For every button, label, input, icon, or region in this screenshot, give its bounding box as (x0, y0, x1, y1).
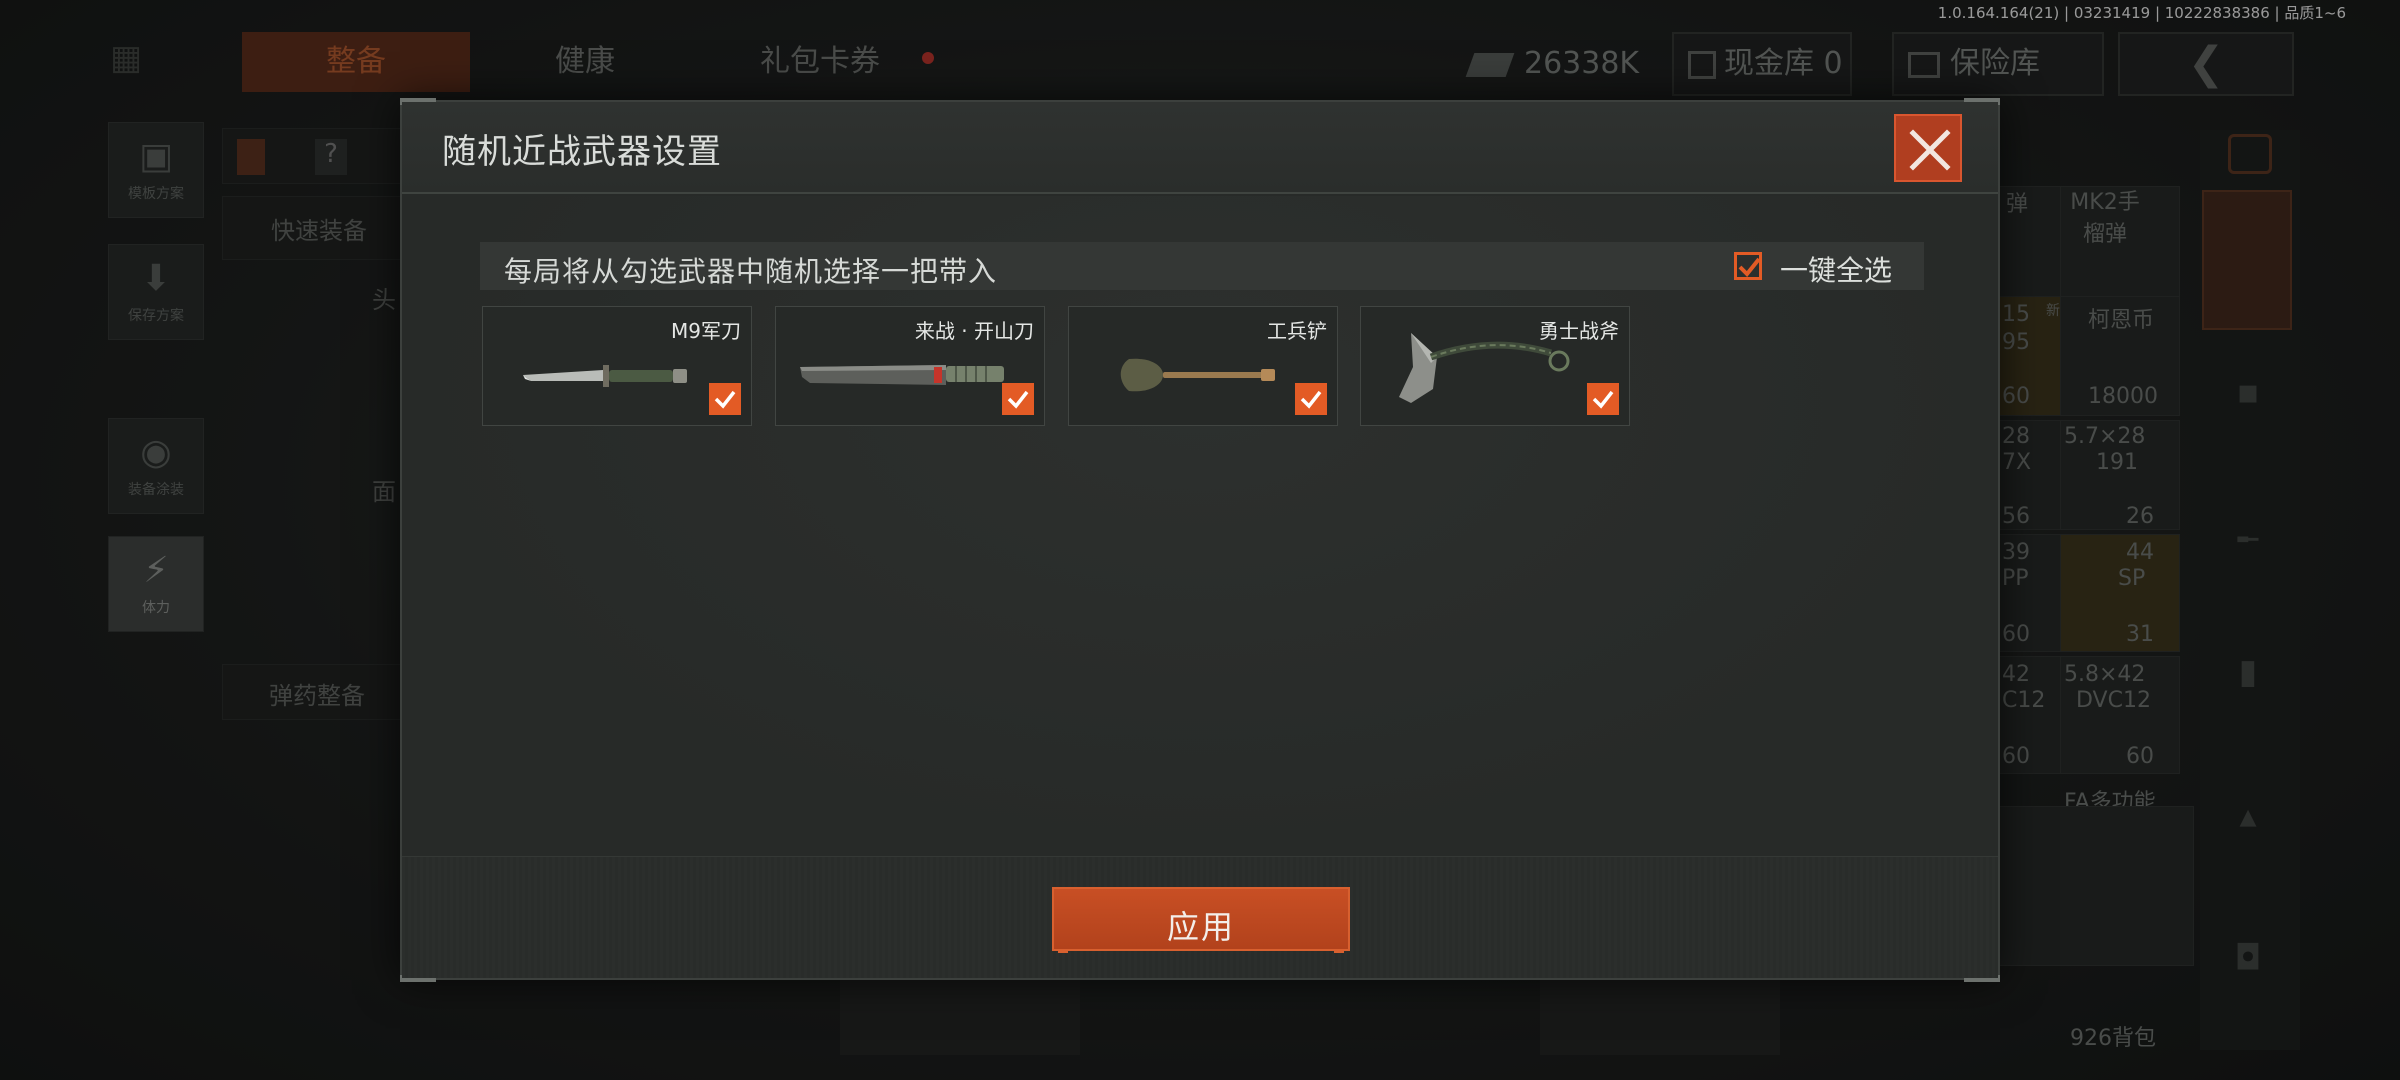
weapon-card-shovel[interactable]: 工兵铲 (1068, 306, 1338, 426)
dialog-header: 随机近战武器设置 (402, 102, 1998, 194)
close-icon (1909, 129, 1951, 171)
tomahawk-axe-icon (1399, 333, 1570, 403)
game-screen: 1.0.164.164(21) | 03231419 | 10222838386… (0, 0, 2400, 1080)
weapon-checkbox[interactable] (1002, 383, 1034, 415)
machete-icon (800, 365, 1004, 385)
checkmark-icon (714, 390, 736, 409)
apply-button[interactable]: 应用 (1052, 887, 1350, 953)
dialog-footer: 应用 (402, 856, 1998, 978)
weapon-checkbox[interactable] (709, 383, 741, 415)
entrenching-shovel-icon (1120, 358, 1275, 392)
close-button[interactable] (1894, 114, 1962, 182)
button-corner (1334, 949, 1344, 953)
button-corner (1058, 949, 1068, 953)
checkmark-icon (1300, 390, 1322, 409)
apply-label: 应用 (1166, 908, 1235, 946)
weapon-card-tomahawk[interactable]: 勇士战斧 (1360, 306, 1630, 426)
select-all-label: 一键全选 (1780, 254, 1893, 287)
info-bar: 每局将从勾选武器中随机选择一把带入 一键全选 (480, 242, 1924, 290)
checkmark-icon (1738, 257, 1760, 277)
weapon-checkbox[interactable] (1587, 383, 1619, 415)
checkmark-icon (1007, 390, 1029, 409)
dialog-body (402, 196, 1998, 856)
melee-weapon-settings-dialog: 随机近战武器设置 每局将从勾选武器中随机选择一把带入 一键全选 M9军刀 来战 … (400, 98, 2000, 982)
dialog-title: 随机近战武器设置 (442, 132, 722, 172)
select-all-checkbox[interactable] (1734, 252, 1762, 280)
weapon-checkbox[interactable] (1295, 383, 1327, 415)
weapon-card-m9-knife[interactable]: M9军刀 (482, 306, 752, 426)
combat-knife-icon (523, 365, 687, 387)
checkmark-icon (1592, 390, 1614, 409)
select-all-toggle[interactable]: 一键全选 (1734, 248, 1894, 287)
weapon-card-machete[interactable]: 来战 · 开山刀 (775, 306, 1045, 426)
info-text: 每局将从勾选武器中随机选择一把带入 (504, 255, 998, 288)
